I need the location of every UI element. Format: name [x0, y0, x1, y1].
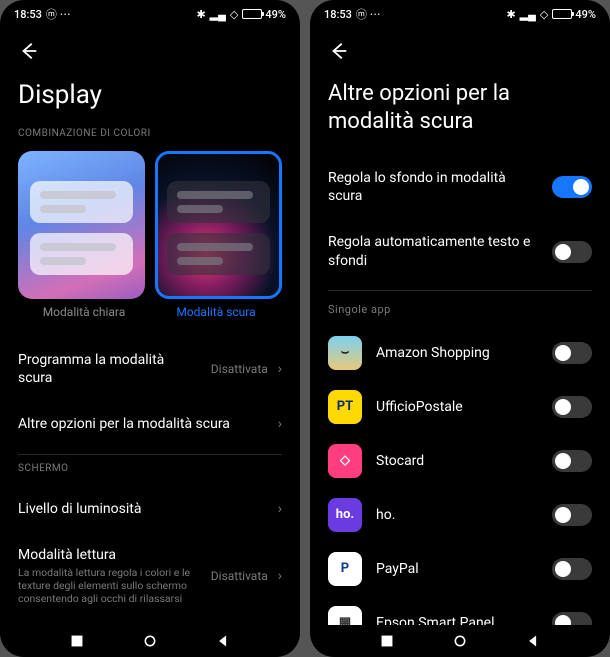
section-screen-label: SCHERMO	[18, 463, 282, 474]
nav-bar	[0, 625, 300, 657]
section-colors-label: COMBINAZIONE DI COLORI	[18, 128, 282, 139]
app-toggle[interactable]	[552, 612, 592, 625]
page-title: Altre opzioni per la modalità scura	[328, 80, 592, 135]
wifi-icon: ◇	[230, 8, 238, 21]
theme-selector	[18, 151, 282, 299]
page-title: Display	[18, 80, 282, 110]
app-toggle[interactable]	[552, 558, 592, 580]
status-icons-left: ⓜ ⋯	[356, 6, 381, 22]
battery-indicator: 49%	[242, 8, 286, 21]
auto-adjust-toggle[interactable]	[552, 241, 592, 263]
app-name: Stocard	[376, 453, 538, 469]
app-row: PT UfficioPostale	[328, 380, 592, 434]
chevron-right-icon: ›	[278, 416, 282, 432]
divider	[328, 290, 592, 291]
app-name: UfficioPostale	[376, 399, 538, 415]
app-icon: PT	[328, 390, 362, 424]
more-dark-options-row[interactable]: Altre opzioni per la modalità scura ›	[18, 401, 282, 447]
nav-recent-button[interactable]	[378, 632, 396, 650]
apps-list: ⌣ Amazon Shopping PT UfficioPostale ◇ Stocard…	[328, 326, 592, 625]
app-row: ⌣ Amazon Shopping	[328, 326, 592, 380]
section-apps-label: Singole app	[328, 303, 592, 316]
app-row: ▦ Epson Smart Panel	[328, 596, 592, 625]
app-toggle[interactable]	[552, 342, 592, 364]
divider	[18, 454, 282, 455]
bluetooth-icon: ✱	[506, 8, 515, 21]
status-bar: 18:53 ⓜ ⋯ ✱ ▂▄ ◇ 49%	[310, 0, 610, 28]
signal-icon: ▂▄	[210, 8, 226, 21]
app-row: P PayPal	[328, 542, 592, 596]
app-icon: P	[328, 552, 362, 586]
nav-home-button[interactable]	[451, 632, 469, 650]
reading-mode-row[interactable]: Modalità lettura La modalità lettura reg…	[18, 532, 282, 620]
app-toggle[interactable]	[552, 396, 592, 418]
adjust-wallpaper-toggle[interactable]	[552, 176, 592, 198]
nav-recent-button[interactable]	[68, 632, 86, 650]
nav-back-button[interactable]	[524, 632, 542, 650]
app-toggle[interactable]	[552, 450, 592, 472]
nav-bar	[310, 625, 610, 657]
app-icon: ▦	[328, 606, 362, 625]
back-button[interactable]	[328, 40, 350, 62]
back-button[interactable]	[18, 40, 40, 62]
chevron-right-icon: ›	[278, 361, 282, 377]
app-toggle[interactable]	[552, 504, 592, 526]
signal-icon: ▂▄	[520, 8, 536, 21]
app-icon: ◇	[328, 444, 362, 478]
app-icon: ho.	[328, 498, 362, 532]
app-name: Epson Smart Panel	[376, 615, 538, 625]
theme-light-card[interactable]	[18, 151, 145, 299]
app-row: ho. ho.	[328, 488, 592, 542]
nav-back-button[interactable]	[214, 632, 232, 650]
wifi-icon: ◇	[540, 8, 548, 21]
bluetooth-icon: ✱	[196, 8, 205, 21]
status-time: 18:53	[324, 8, 352, 21]
app-name: Amazon Shopping	[376, 345, 538, 361]
app-icon: ⌣	[328, 336, 362, 370]
brightness-row[interactable]: Livello di luminosità ›	[18, 486, 282, 532]
auto-adjust-row: Regola automaticamente testo e sfondi	[328, 219, 592, 283]
theme-dark-card[interactable]	[155, 151, 282, 299]
adjust-wallpaper-row: Regola lo sfondo in modalità scura	[328, 155, 592, 219]
app-name: PayPal	[376, 561, 538, 577]
nav-home-button[interactable]	[141, 632, 159, 650]
status-icons-left: ⓜ ⋯	[46, 6, 71, 22]
schedule-dark-mode-row[interactable]: Programma la modalità scura Disattivata …	[18, 337, 282, 401]
app-name: ho.	[376, 507, 538, 523]
right-phone: 18:53 ⓜ ⋯ ✱ ▂▄ ◇ 49% Altre opzioni per l…	[310, 0, 610, 657]
app-row: ◇ Stocard	[328, 434, 592, 488]
theme-light-label[interactable]: Modalità chiara	[18, 305, 150, 319]
left-phone: 18:53 ⓜ ⋯ ✱ ▂▄ ◇ 49% Display COMBINAZION…	[0, 0, 300, 657]
status-time: 18:53	[14, 8, 42, 21]
status-bar: 18:53 ⓜ ⋯ ✱ ▂▄ ◇ 49%	[0, 0, 300, 28]
battery-indicator: 49%	[552, 8, 596, 21]
theme-dark-label[interactable]: Modalità scura	[150, 305, 282, 319]
chevron-right-icon: ›	[278, 501, 282, 517]
chevron-right-icon: ›	[278, 568, 282, 584]
